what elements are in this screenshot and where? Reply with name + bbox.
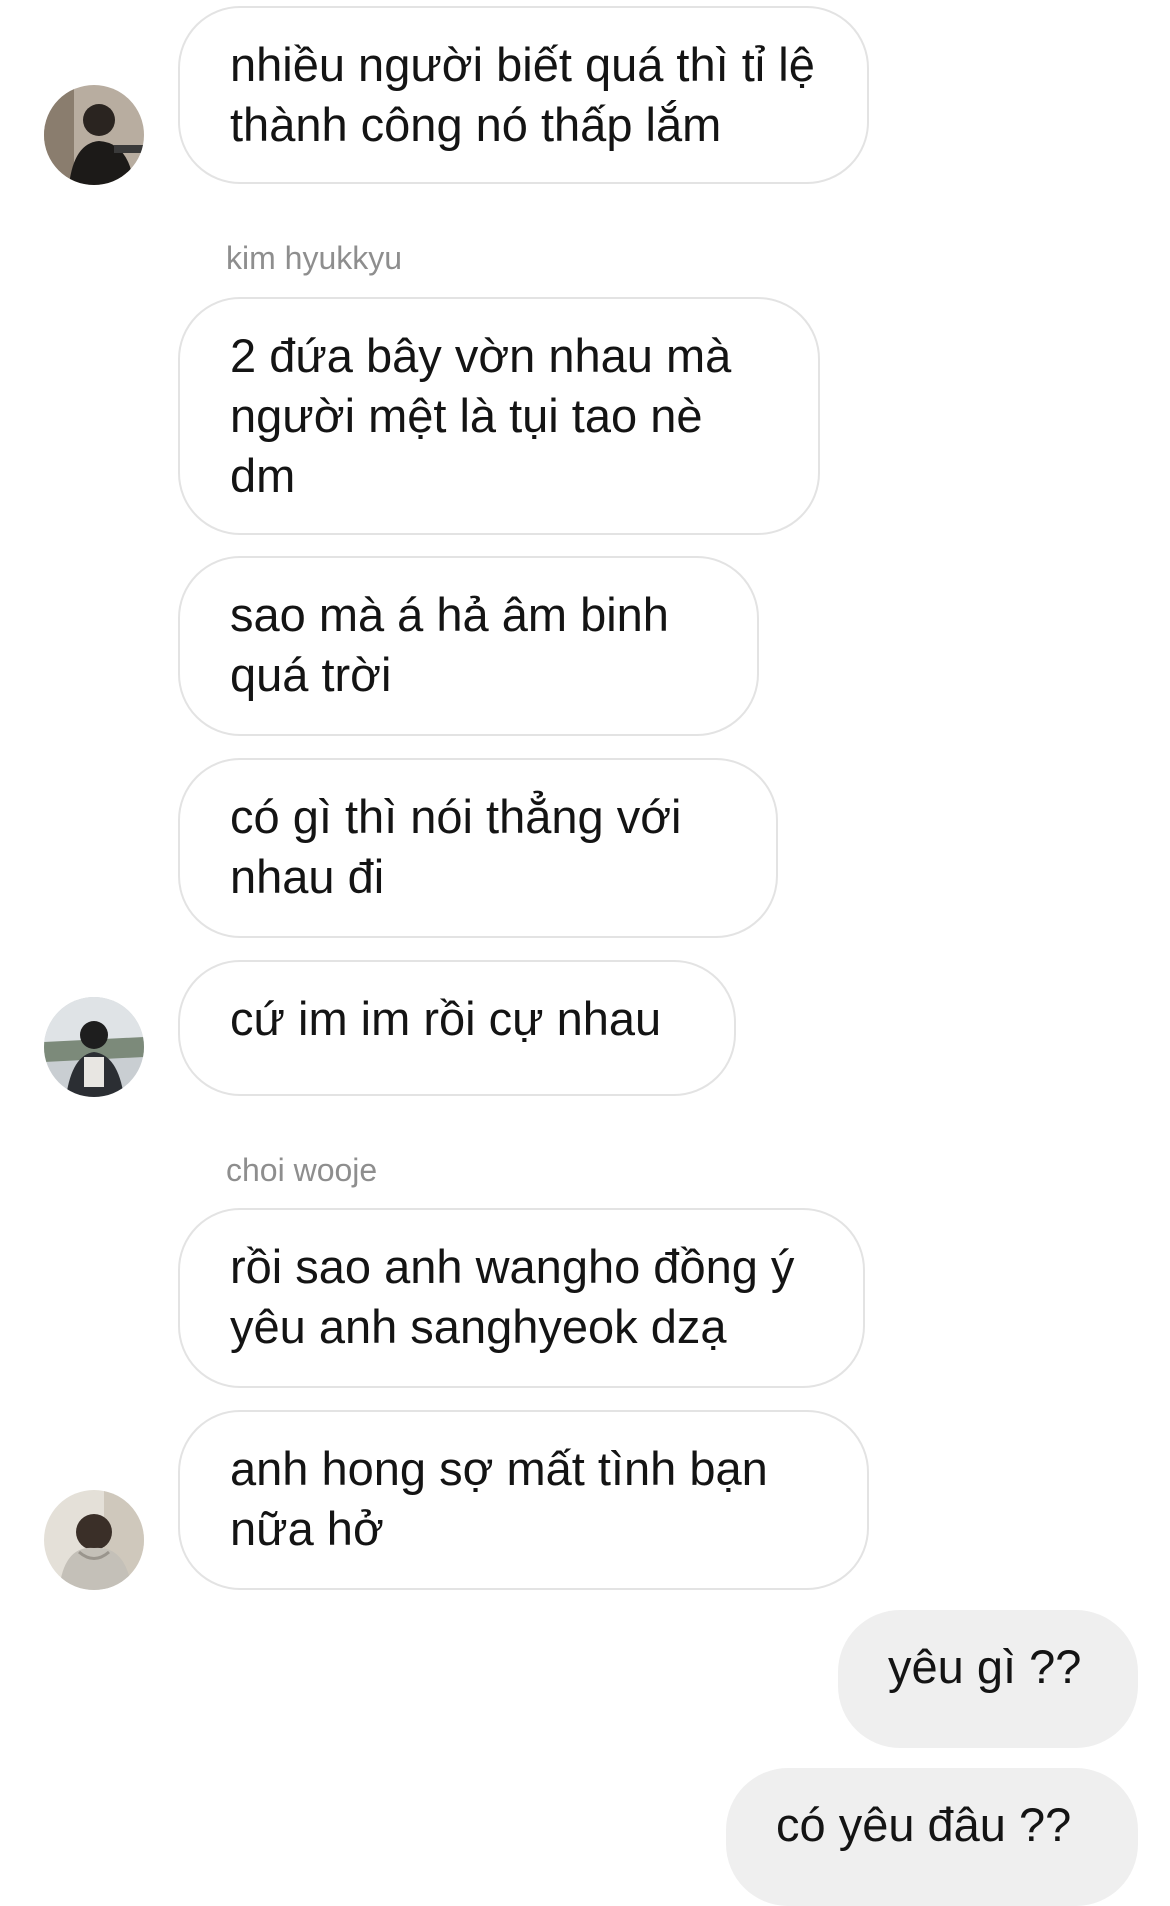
avatar-photo-icon [44,85,144,185]
message-bubble[interactable]: anh hong sợ mất tình bạn nữa hở [178,1410,869,1590]
message-text: có yêu đâu ?? [776,1798,1072,1851]
message-bubble[interactable]: 2 đứa bây vờn nhau mà người mệt là tụi t… [178,297,820,535]
avatar[interactable] [44,997,144,1097]
message-text: 2 đứa bây vờn nhau mà người mệt là tụi t… [230,329,732,502]
message-text: nhiều người biết quá thì tỉ lệ thành côn… [230,38,815,151]
avatar[interactable] [44,1490,144,1590]
message-text: cứ im im rồi cự nhau [230,992,662,1045]
sender-name: kim hyukkyu [226,240,403,276]
avatar[interactable] [44,85,144,185]
message-bubble[interactable]: cứ im im rồi cự nhau [178,960,736,1096]
message-bubble[interactable]: nhiều người biết quá thì tỉ lệ thành côn… [178,6,869,184]
avatar-photo-icon [44,1490,144,1590]
message-bubble-outgoing[interactable]: có yêu đâu ?? [726,1768,1138,1906]
message-bubble[interactable]: sao mà á hả âm binh quá trời [178,556,759,736]
message-text: rồi sao anh wangho đồng ý yêu anh sanghy… [230,1240,795,1353]
message-text: yêu gì ?? [888,1640,1082,1693]
message-text: có gì thì nói thẳng với nhau đi [230,790,682,903]
message-bubble-outgoing[interactable]: yêu gì ?? [838,1610,1138,1748]
message-bubble[interactable]: có gì thì nói thẳng với nhau đi [178,758,778,938]
message-text: anh hong sợ mất tình bạn nữa hở [230,1442,768,1555]
message-text: sao mà á hả âm binh quá trời [230,588,669,701]
message-bubble[interactable]: rồi sao anh wangho đồng ý yêu anh sanghy… [178,1208,865,1388]
avatar-photo-icon [44,997,144,1097]
sender-name: choi wooje [226,1152,378,1188]
